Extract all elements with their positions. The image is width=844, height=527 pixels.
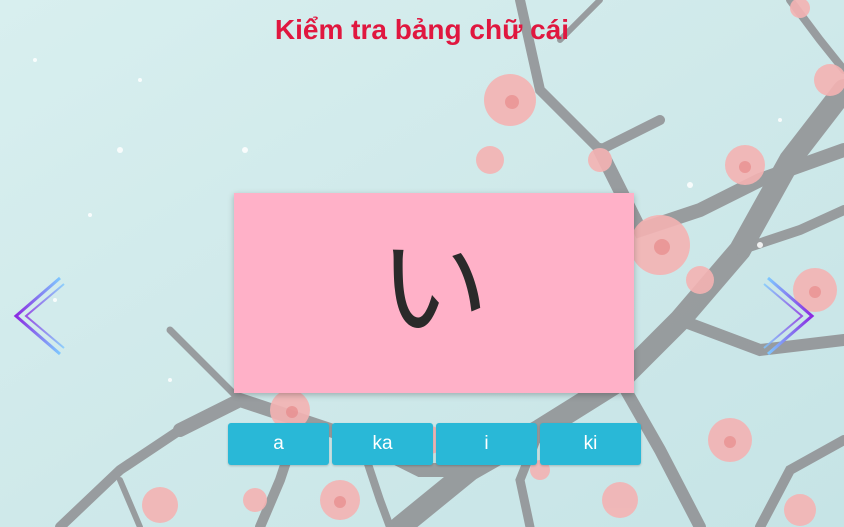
chevron-right-icon — [763, 276, 815, 356]
answer-options: a ka i ki — [228, 423, 642, 465]
flashcard: い — [234, 193, 634, 393]
answer-button-a[interactable]: a — [228, 423, 329, 465]
flashcard-character: い — [379, 225, 489, 353]
previous-button[interactable] — [10, 276, 66, 356]
chevron-left-icon — [13, 276, 65, 356]
answer-button-ka[interactable]: ka — [332, 423, 433, 465]
answer-button-i[interactable]: i — [436, 423, 537, 465]
next-button[interactable] — [762, 276, 818, 356]
page-title: Kiểm tra bảng chữ cái — [274, 14, 570, 45]
answer-button-ki[interactable]: ki — [540, 423, 641, 465]
